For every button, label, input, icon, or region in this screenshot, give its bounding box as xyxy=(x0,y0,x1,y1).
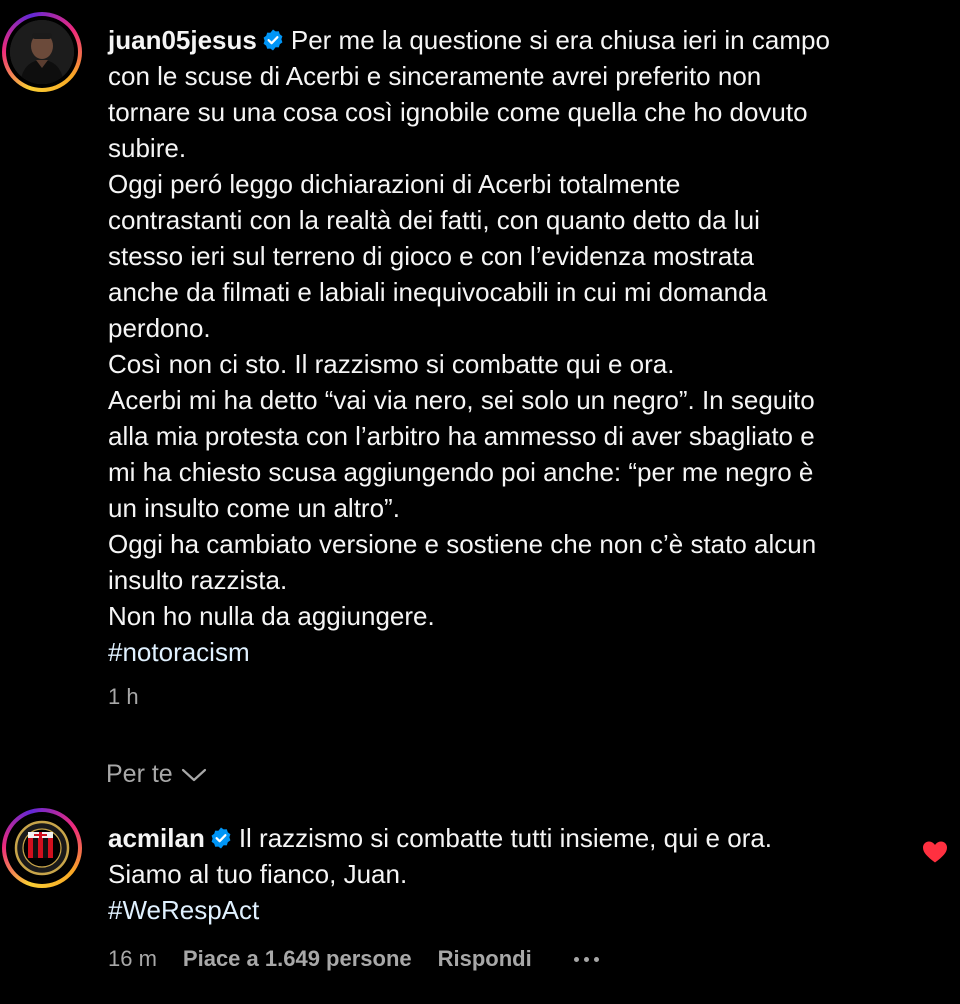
caption-line: Per me la questione si era chiusa ieri i… xyxy=(290,25,830,55)
caption-first-line: juan05jesus Per me la questione si era ch… xyxy=(108,22,918,58)
caption-line: Acerbi mi ha detto “vai via nero, sei so… xyxy=(108,385,815,415)
acmilan-crest-icon xyxy=(10,816,74,880)
verified-badge-icon xyxy=(211,827,231,849)
avatar-photo xyxy=(10,20,74,84)
reply-first-line: acmilan Il razzismo si combatte tutti ins… xyxy=(108,820,918,856)
caption-line: anche da filmati e labiali inequivocabil… xyxy=(108,277,768,307)
caption-line: Così non ci sto. Il razzismo si combatte… xyxy=(108,349,675,379)
caption-line: perdono. xyxy=(108,313,211,343)
caption-line: stesso ieri sul terreno di gioco e con l… xyxy=(108,241,754,271)
heart-icon[interactable] xyxy=(922,840,948,864)
reply-line: Il razzismo si combatte tutti insieme, q… xyxy=(238,823,773,853)
hashtag-link[interactable]: #notoracism xyxy=(108,634,918,670)
reply-comment: acmilan Il razzismo si combatte tutti ins… xyxy=(108,820,918,928)
post-username[interactable]: juan05jesus xyxy=(108,25,257,55)
caption-line: alla mia protesta con l’arbitro ha ammes… xyxy=(108,421,815,451)
avatar-juan05jesus[interactable] xyxy=(2,12,82,92)
likes-count-link[interactable]: Piace a 1.649 persone xyxy=(183,946,412,972)
caption-line: subire. xyxy=(108,133,187,163)
reply-meta-row: 16 m Piace a 1.649 persone Rispondi xyxy=(108,946,599,972)
reply-line: Siamo al tuo fianco, Juan. xyxy=(108,859,408,889)
caption-line: Oggi ha cambiato versione e sostiene che… xyxy=(108,529,817,559)
caption-line: Oggi peró leggo dichiarazioni di Acerbi … xyxy=(108,169,681,199)
caption-line: contrastanti con la realtà dei fatti, co… xyxy=(108,205,760,235)
caption-line: Non ho nulla da aggiungere. xyxy=(108,601,435,631)
caption-line: tornare su una cosa così ignobile come q… xyxy=(108,97,808,127)
person-silhouette-icon xyxy=(10,20,74,84)
caption-line: insulto razzista. xyxy=(108,565,288,595)
caption-line: un insulto come un altro”. xyxy=(108,493,400,523)
acmilan-logo xyxy=(10,816,74,880)
reply-button[interactable]: Rispondi xyxy=(438,946,532,972)
hashtag-link[interactable]: #WeRespAct xyxy=(108,892,918,928)
comment-sort-dropdown[interactable]: Per te xyxy=(106,760,207,789)
more-options-icon[interactable] xyxy=(573,956,599,962)
verified-badge-icon xyxy=(263,29,283,51)
avatar-acmilan[interactable] xyxy=(2,808,82,888)
reply-username[interactable]: acmilan xyxy=(108,823,205,853)
post-timestamp[interactable]: 1 h xyxy=(108,684,139,710)
post-caption: juan05jesus Per me la questione si era ch… xyxy=(108,22,918,670)
sort-label: Per te xyxy=(106,760,173,788)
reply-timestamp[interactable]: 16 m xyxy=(108,946,157,972)
caption-line: mi ha chiesto scusa aggiungendo poi anch… xyxy=(108,457,814,487)
caption-line: con le scuse di Acerbi e sinceramente av… xyxy=(108,61,762,91)
chevron-down-icon xyxy=(181,768,206,781)
